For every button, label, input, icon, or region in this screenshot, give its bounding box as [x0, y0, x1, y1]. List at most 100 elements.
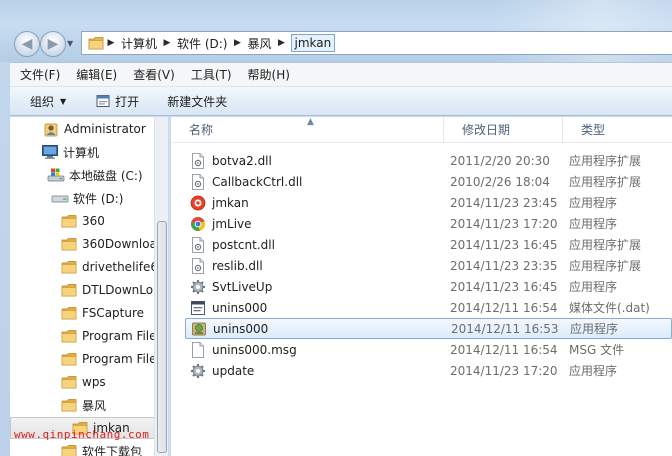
folder-icon — [60, 282, 78, 298]
file-row[interactable]: SvtLiveUp 2014/11/23 16:45 应用程序 — [185, 276, 672, 297]
organize-label: 组织 — [30, 94, 55, 109]
column-header-row: ▲ 名称 修改日期 类型 — [171, 117, 672, 143]
drive-icon — [51, 190, 69, 206]
file-list-pane[interactable]: ▲ 名称 修改日期 类型 botva2.dll 2011/2/20 20:30 应用… — [171, 117, 672, 456]
chevron-right-icon[interactable]: ▶ — [160, 38, 174, 48]
nav-item-label: Administrator — [64, 122, 146, 136]
organize-button[interactable]: 组织 ▼ — [22, 89, 74, 113]
column-header-date[interactable]: 修改日期 — [443, 117, 562, 143]
breadcrumb-jmkan[interactable]: jmkan — [290, 34, 336, 52]
recent-pages-dropdown[interactable]: ▼ — [67, 39, 77, 49]
file-name: jmLive — [212, 216, 252, 231]
chevron-right-icon[interactable]: ▶ — [104, 38, 118, 48]
column-header-name[interactable]: 名称 — [171, 117, 443, 143]
file-date: 2014/12/11 16:54 — [450, 342, 558, 357]
file-type: 应用程序 — [569, 217, 618, 231]
file-row[interactable]: reslib.dll 2014/11/23 23:35 应用程序扩展 — [185, 255, 672, 276]
breadcrumb-computer[interactable]: 计算机 — [118, 35, 160, 52]
file-type: 应用程序 — [569, 364, 618, 378]
jmkan-app-icon — [189, 195, 207, 211]
nav-item[interactable]: Administrator — [42, 118, 146, 140]
nav-item-label: 软件下载包 — [82, 444, 143, 456]
new-folder-label: 新建文件夹 — [167, 94, 228, 109]
file-type: MSG 文件 — [569, 343, 625, 357]
new-folder-button[interactable]: 新建文件夹 — [159, 89, 235, 113]
file-name: unins000.msg — [212, 342, 297, 357]
menu-help[interactable]: 帮助(H) — [242, 66, 296, 83]
nav-item[interactable]: 360Downloa — [60, 233, 157, 255]
nav-item[interactable]: Program File — [60, 325, 157, 347]
nav-item[interactable]: wps — [60, 371, 106, 393]
back-button[interactable]: ◀ — [14, 31, 40, 57]
menu-tools[interactable]: 工具(T) — [185, 66, 238, 83]
file-date: 2014/11/23 23:45 — [450, 195, 558, 210]
nav-item-label: 软件 (D:) — [73, 191, 124, 206]
chevron-right-icon[interactable]: ▶ — [275, 38, 289, 48]
open-button[interactable]: 打开 — [88, 89, 147, 113]
nav-item[interactable]: 计算机 — [41, 141, 99, 163]
folder-icon — [88, 37, 104, 50]
address-bar[interactable]: ▶ 计算机 ▶ 软件 (D:) ▶ 暴风 ▶ jmkan — [81, 31, 672, 55]
menu-edit[interactable]: 编辑(E) — [70, 66, 123, 83]
nav-item[interactable]: 360 — [60, 210, 105, 232]
file-type: 应用程序 — [570, 322, 619, 336]
nav-item[interactable]: 本地磁盘 (C:) — [47, 164, 143, 186]
folder-icon — [60, 213, 78, 229]
menu-file[interactable]: 文件(F) — [14, 66, 66, 83]
file-name: unins000 — [213, 321, 269, 336]
menu-bar: 文件(F) 编辑(E) 查看(V) 工具(T) 帮助(H) — [10, 62, 672, 86]
file-type: 应用程序扩展 — [569, 259, 642, 273]
watermark-text: www.qinpinchang.com — [14, 428, 150, 441]
file-name: CallbackCtrl.dll — [212, 174, 303, 189]
nav-item-label: drivethelife6 — [82, 260, 158, 274]
file-row[interactable]: CallbackCtrl.dll 2010/2/26 18:04 应用程序扩展 — [185, 171, 672, 192]
nav-item[interactable]: 软件下载包 — [60, 440, 142, 456]
file-date: 2014/12/11 16:53 — [451, 321, 559, 336]
file-type: 应用程序扩展 — [569, 154, 642, 168]
nav-item[interactable]: FSCapture — [60, 302, 144, 324]
dll-file-icon — [189, 173, 207, 190]
file-row[interactable]: update 2014/11/23 17:20 应用程序 — [185, 360, 672, 381]
file-date: 2014/12/11 16:54 — [450, 300, 558, 315]
navigation-scrollbar[interactable] — [154, 117, 168, 456]
file-type: 应用程序扩展 — [569, 238, 642, 252]
file-date: 2014/11/23 16:45 — [450, 237, 558, 252]
menu-view[interactable]: 查看(V) — [127, 66, 181, 83]
gear-app-icon — [189, 363, 207, 379]
user-folder-icon — [42, 121, 60, 137]
nav-item[interactable]: 暴风 — [60, 394, 106, 416]
file-type: 媒体文件(.dat) — [569, 301, 650, 315]
file-type: 应用程序扩展 — [569, 175, 642, 189]
window-frame-left — [0, 62, 10, 456]
nav-item[interactable]: 软件 (D:) — [51, 187, 123, 209]
breadcrumb-baofeng[interactable]: 暴风 — [244, 35, 274, 52]
nav-item-label: wps — [82, 375, 106, 389]
uninstaller-icon — [190, 321, 208, 337]
windows-drive-icon — [47, 167, 65, 183]
nav-item-label: 计算机 — [63, 145, 100, 160]
navigation-pane[interactable]: Administrator 计算机本地磁盘 (C:) 软件 (D:) 360 360Do… — [10, 117, 165, 456]
file-row[interactable]: unins000.msg 2014/12/11 16:54 MSG 文件 — [185, 339, 672, 360]
nav-item[interactable]: Program File — [60, 348, 157, 370]
file-row[interactable]: postcnt.dll 2014/11/23 16:45 应用程序扩展 — [185, 234, 672, 255]
column-header-type[interactable]: 类型 — [562, 117, 672, 143]
folder-icon — [60, 374, 78, 390]
chevron-right-icon[interactable]: ▶ — [230, 38, 244, 48]
forward-button[interactable]: ▶ — [40, 31, 66, 57]
nav-item[interactable]: DTLDownLo — [60, 279, 153, 301]
file-row[interactable]: jmLive 2014/11/23 17:20 应用程序 — [185, 213, 672, 234]
scrollbar-thumb[interactable] — [157, 221, 167, 453]
command-bar: 组织 ▼ 打开 新建文件夹 — [10, 86, 672, 116]
file-row[interactable]: unins000 2014/12/11 16:53 应用程序 — [185, 318, 672, 339]
file-row[interactable]: jmkan 2014/11/23 23:45 应用程序 — [185, 192, 672, 213]
file-date: 2014/11/23 23:35 — [450, 258, 558, 273]
file-name: botva2.dll — [212, 153, 272, 168]
breadcrumb-drive-d[interactable]: 软件 (D:) — [174, 35, 230, 52]
nav-item-label: FSCapture — [82, 306, 145, 320]
folder-icon — [60, 397, 78, 413]
file-name: SvtLiveUp — [212, 279, 273, 294]
file-row[interactable]: unins000 2014/12/11 16:54 媒体文件(.dat) — [185, 297, 672, 318]
file-row[interactable]: botva2.dll 2011/2/20 20:30 应用程序扩展 — [185, 150, 672, 171]
gear-app-icon — [189, 279, 207, 295]
nav-item[interactable]: drivethelife6 — [60, 256, 158, 278]
